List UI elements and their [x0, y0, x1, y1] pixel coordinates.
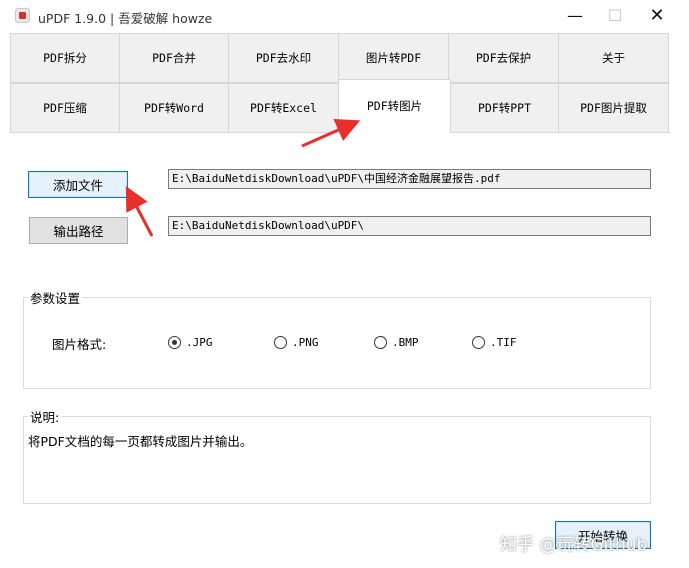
- radio-format-bmp[interactable]: .BMP: [374, 336, 419, 349]
- radio-label: .TIF: [490, 336, 517, 349]
- radio-indicator: [472, 336, 485, 349]
- maximize-button[interactable]: ☐: [592, 0, 638, 31]
- radio-indicator: [274, 336, 287, 349]
- tab-pdf-compress[interactable]: PDF压缩: [10, 83, 120, 133]
- tab-pdf-merge[interactable]: PDF合并: [119, 33, 229, 83]
- image-format-label: 图片格式:: [52, 337, 107, 352]
- add-file-button[interactable]: 添加文件: [28, 171, 128, 198]
- title-bar: uPDF 1.9.0 | 吾爱破解 howze — ☐ ✕: [0, 0, 689, 31]
- tab-pdf-to-image[interactable]: PDF转图片: [338, 79, 451, 133]
- watermark-text: 知乎 @玩转Github: [500, 535, 648, 555]
- params-group: [23, 297, 651, 389]
- radio-format-png[interactable]: .PNG: [274, 336, 319, 349]
- description-box: [23, 416, 651, 504]
- description-title: 说明:: [28, 407, 62, 426]
- description-text: 将PDF文档的每一页都转成图片并输出。: [28, 434, 253, 449]
- tab-pdf-to-ppt[interactable]: PDF转PPT: [450, 83, 559, 133]
- tab-pdf-to-excel[interactable]: PDF转Excel: [228, 83, 339, 133]
- app-icon: [15, 8, 30, 23]
- tab-pdf-remove-watermark[interactable]: PDF去水印: [228, 33, 339, 83]
- window-title: uPDF 1.9.0 | 吾爱破解 howze: [38, 11, 213, 26]
- output-path-button[interactable]: 输出路径: [29, 217, 128, 244]
- tab-about[interactable]: 关于: [558, 33, 669, 83]
- radio-indicator: [168, 336, 181, 349]
- tab-pdf-split[interactable]: PDF拆分: [10, 33, 120, 83]
- tab-pdf-to-word[interactable]: PDF转Word: [119, 83, 229, 133]
- radio-indicator: [374, 336, 387, 349]
- tab-pdf-image-extract[interactable]: PDF图片提取: [558, 83, 669, 133]
- tab-strip: PDF拆分 PDF合并 PDF去水印 图片转PDF PDF去保护 关于 PDF压…: [10, 33, 670, 133]
- radio-format-tif[interactable]: .TIF: [472, 336, 517, 349]
- close-button[interactable]: ✕: [634, 0, 680, 31]
- radio-label: .PNG: [292, 336, 319, 349]
- radio-label: .JPG: [186, 336, 213, 349]
- radio-label: .BMP: [392, 336, 419, 349]
- radio-format-jpg[interactable]: .JPG: [168, 336, 213, 349]
- tab-image-to-pdf[interactable]: 图片转PDF: [338, 33, 449, 83]
- tab-pdf-unprotect[interactable]: PDF去保护: [448, 33, 559, 83]
- output-path-field[interactable]: E:\BaiduNetdiskDownload\uPDF\: [168, 216, 651, 236]
- params-group-title: 参数设置: [28, 288, 83, 307]
- input-path-field[interactable]: E:\BaiduNetdiskDownload\uPDF\中国经济金融展望报告.…: [168, 169, 651, 189]
